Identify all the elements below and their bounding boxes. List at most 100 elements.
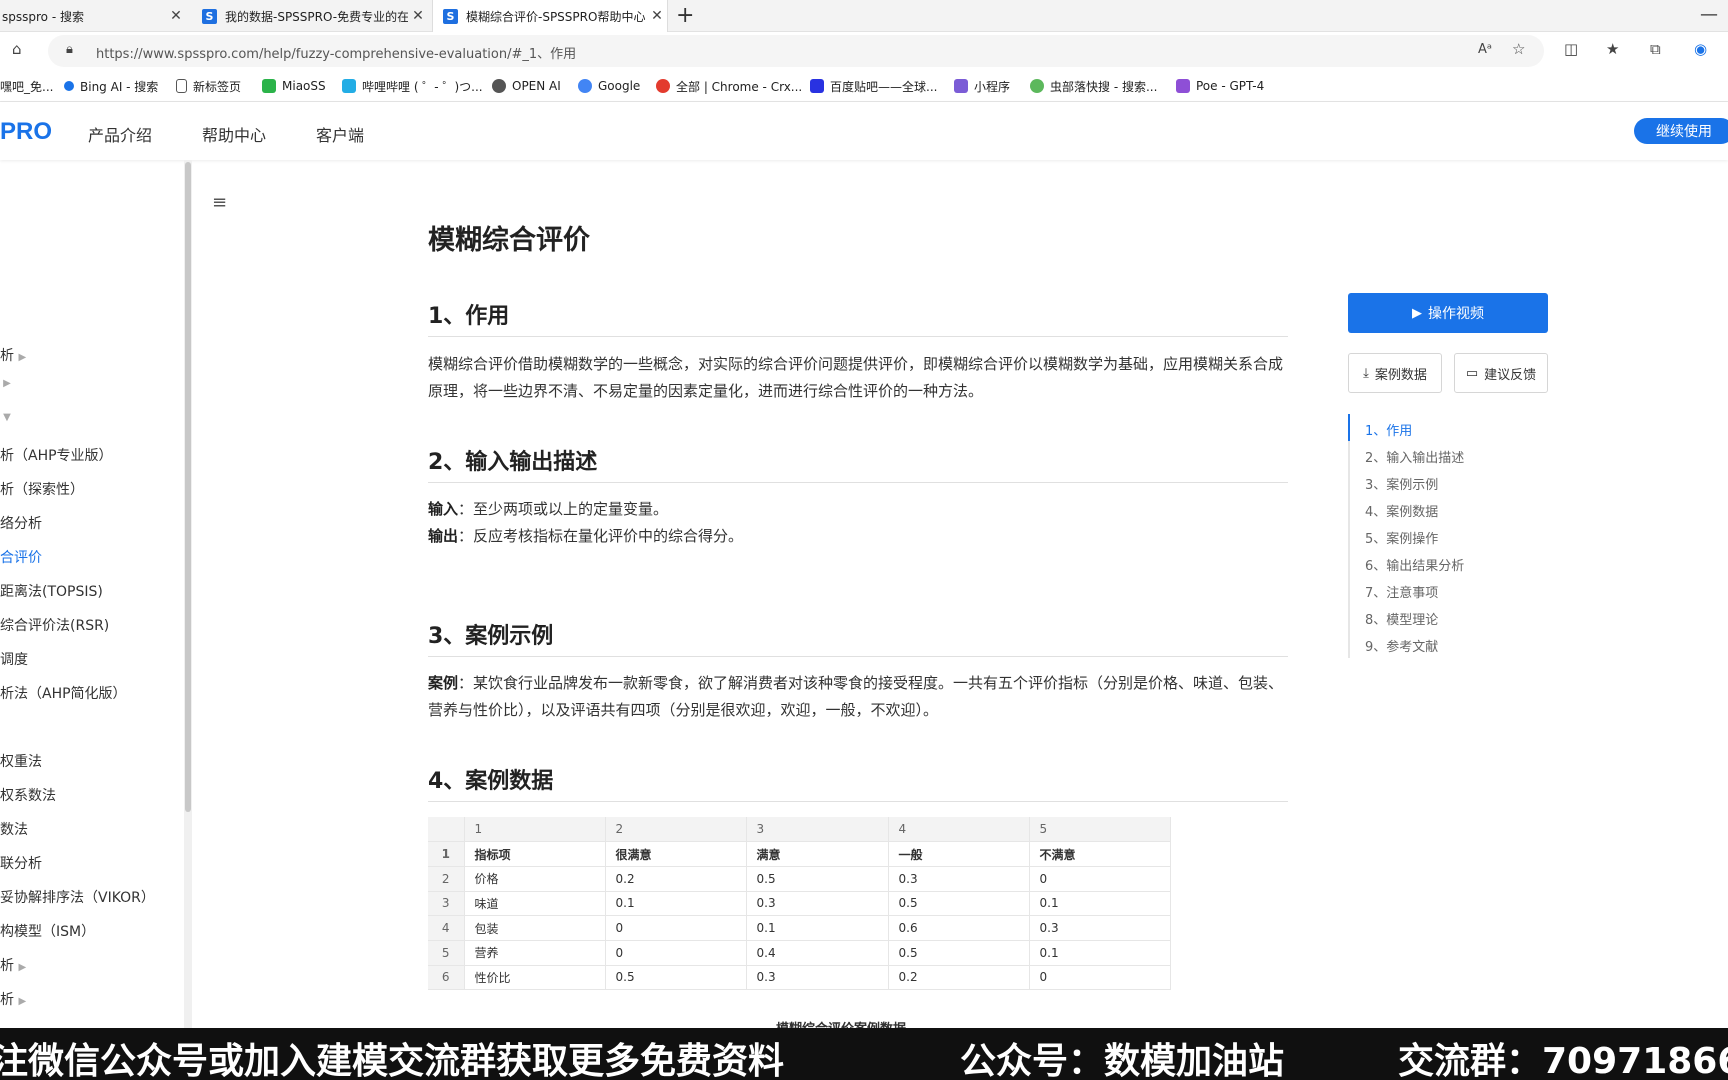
- table-cell: 包装: [464, 915, 606, 941]
- miniprogram-icon: [954, 79, 968, 93]
- row-index: 5: [428, 940, 465, 966]
- bookmark-item[interactable]: 全部 | Chrome - Crx...: [656, 70, 802, 102]
- bookmark-item[interactable]: 嘿吧_免...: [0, 70, 53, 102]
- bookmark-item[interactable]: 百度贴吧——全球...: [810, 70, 937, 102]
- nav-help-center[interactable]: 帮助中心: [202, 122, 266, 146]
- continue-button[interactable]: 继续使用: [1634, 118, 1728, 144]
- table-cell: 0: [1029, 866, 1171, 892]
- page-title: 模糊综合评价: [428, 225, 590, 256]
- sidebar-item[interactable]: 络分析: [0, 513, 42, 533]
- operation-video-button[interactable]: ▶ 操作视频: [1348, 293, 1548, 333]
- bookmark-item[interactable]: OPEN AI: [492, 70, 561, 102]
- row-index: 1: [428, 841, 465, 867]
- sidebar-item[interactable]: 联分析: [0, 853, 42, 873]
- read-aloud-icon[interactable]: Aᵃ: [1478, 42, 1492, 57]
- bookmark-item[interactable]: MiaoSS: [262, 70, 326, 102]
- caret-right-icon[interactable]: ▶: [0, 378, 11, 389]
- toc-item-active[interactable]: 1、作用: [1365, 420, 1412, 439]
- google-icon: [578, 79, 592, 93]
- caret-down-icon[interactable]: ▼: [0, 412, 11, 423]
- favorite-add-icon[interactable]: ☆: [1512, 40, 1525, 58]
- sidebar-item[interactable]: 析（AHP专业版）: [0, 445, 113, 465]
- sidebar-item[interactable]: 析 ▶: [0, 989, 26, 1009]
- menu-icon[interactable]: ≡: [212, 192, 227, 213]
- output-desc: 输出：反应考核指标在量化评价中的综合得分。: [428, 527, 744, 545]
- site-logo[interactable]: PRO: [0, 118, 52, 146]
- promo-banner: 注微信公众号或加入建模交流群获取更多免费资料 公众号：数模加油站 交流群：709…: [0, 1028, 1728, 1080]
- banner-mid-text: 公众号：数模加油站: [960, 1041, 1285, 1080]
- caret-right-icon: ▶: [18, 996, 27, 1007]
- input-desc: 输入：至少两项或以上的定量变量。: [428, 500, 669, 518]
- col-header: 3: [746, 817, 889, 843]
- table-cell: 0.5: [605, 965, 747, 991]
- sidebar-scrollbar-thumb[interactable]: [185, 162, 191, 812]
- minimize-icon[interactable]: —: [1700, 4, 1718, 25]
- tab-search[interactable]: spsspro - 搜索 ✕: [0, 0, 186, 32]
- section-heading-4: 4、案例数据: [428, 763, 1288, 802]
- toc-item[interactable]: 6、输出结果分析: [1365, 555, 1464, 574]
- toc-item[interactable]: 9、参考文献: [1365, 636, 1438, 655]
- table-cell: 味道: [464, 891, 606, 917]
- table-cell: 一般: [888, 841, 1030, 867]
- toc-item[interactable]: 8、模型理论: [1365, 609, 1438, 628]
- table-row: 3 味道 0.1 0.3 0.5 0.1: [428, 891, 1171, 917]
- sidebar-item[interactable]: 权重法: [0, 751, 42, 771]
- table-cell: 0.1: [1029, 940, 1171, 966]
- toc-item[interactable]: 2、输入输出描述: [1365, 447, 1464, 466]
- bookmark-item[interactable]: 虫部落快搜 - 搜索...: [1030, 70, 1157, 102]
- home-icon[interactable]: ⌂: [12, 40, 22, 58]
- sidebar-item[interactable]: 综合评价法(RSR): [0, 615, 109, 635]
- case-data-button[interactable]: ⤓ 案例数据: [1348, 353, 1442, 393]
- url-text[interactable]: https://www.spsspro.com/help/fuzzy-compr…: [96, 43, 576, 62]
- tab-fuzzy-eval[interactable]: S 模糊综合评价-SPSSPRO帮助中心 ✕: [432, 0, 668, 32]
- table-cell: 价格: [464, 866, 606, 892]
- table-cell: 0.3: [1029, 915, 1171, 941]
- sidebar-item[interactable]: 妥协解排序法（VIKOR）: [0, 887, 155, 907]
- sidebar-item[interactable]: 析（探索性）: [0, 479, 84, 499]
- bookmark-item[interactable]: 小程序: [954, 70, 1010, 102]
- split-screen-icon[interactable]: ◫: [1564, 40, 1578, 58]
- sidebar-item[interactable]: 调度: [0, 649, 28, 669]
- lock-icon[interactable]: 🔒︎: [66, 42, 73, 57]
- toc-item[interactable]: 3、案例示例: [1365, 474, 1438, 493]
- sidebar-item-active[interactable]: 合评价: [0, 547, 42, 567]
- sidebar-item[interactable]: 构模型（ISM）: [0, 921, 95, 941]
- table-cell: 0.1: [1029, 891, 1171, 917]
- banner-right-text: 交流群：70971866: [1398, 1041, 1728, 1080]
- page-icon: [176, 79, 187, 93]
- col-header: 1: [464, 817, 606, 843]
- feedback-button[interactable]: ▭ 建议反馈: [1454, 353, 1548, 393]
- sidebar-item[interactable]: 析法（AHP简化版）: [0, 683, 127, 703]
- bookmark-item[interactable]: 哔哩哔哩 ( ゜- ゜)つ...: [342, 70, 483, 102]
- address-bar: ⌂ 🔒︎ https://www.spsspro.com/help/fuzzy-…: [0, 32, 1728, 70]
- toc-item[interactable]: 4、案例数据: [1365, 501, 1438, 520]
- nav-product-intro[interactable]: 产品介绍: [88, 122, 152, 146]
- favorites-icon[interactable]: ★: [1606, 40, 1619, 58]
- close-icon[interactable]: ✕: [647, 8, 667, 24]
- bookmark-item[interactable]: Bing AI - 搜索: [64, 70, 158, 102]
- tab-my-data[interactable]: S 我的数据-SPSSPRO-免费专业的在 ✕: [192, 0, 428, 32]
- edge-copilot-icon[interactable]: ◉: [1694, 40, 1707, 58]
- close-icon[interactable]: ✕: [408, 8, 428, 24]
- table-cell: 0.1: [605, 891, 747, 917]
- section-heading-1: 1、作用: [428, 298, 1288, 337]
- bookmark-item[interactable]: Google: [578, 70, 640, 102]
- case-data-table: 1 2 3 4 5 1 指标项 很满意 满意 一般 不满意 2 价格 0.2 0…: [428, 817, 1171, 991]
- bookmark-item[interactable]: Poe - GPT-4: [1176, 70, 1264, 102]
- sidebar-item[interactable]: 数法: [0, 819, 28, 839]
- table-cell: 不满意: [1029, 841, 1171, 867]
- check-icon: [262, 79, 276, 93]
- collections-icon[interactable]: ⧉: [1650, 40, 1661, 58]
- new-tab-icon[interactable]: +: [676, 4, 694, 28]
- toc-item[interactable]: 7、注意事项: [1365, 582, 1438, 601]
- chrome-icon: [656, 79, 670, 93]
- bookmark-item[interactable]: 新标签页: [176, 70, 241, 102]
- sidebar-item[interactable]: 距离法(TOPSIS): [0, 581, 103, 601]
- nav-client[interactable]: 客户端: [316, 122, 364, 146]
- toc-item[interactable]: 5、案例操作: [1365, 528, 1438, 547]
- sidebar-item[interactable]: 析 ▶: [0, 345, 26, 365]
- sidebar-item[interactable]: 权系数法: [0, 785, 56, 805]
- table-row: 4 包装 0 0.1 0.6 0.3: [428, 915, 1171, 941]
- close-icon[interactable]: ✕: [166, 8, 186, 24]
- sidebar-item[interactable]: 析 ▶: [0, 955, 26, 975]
